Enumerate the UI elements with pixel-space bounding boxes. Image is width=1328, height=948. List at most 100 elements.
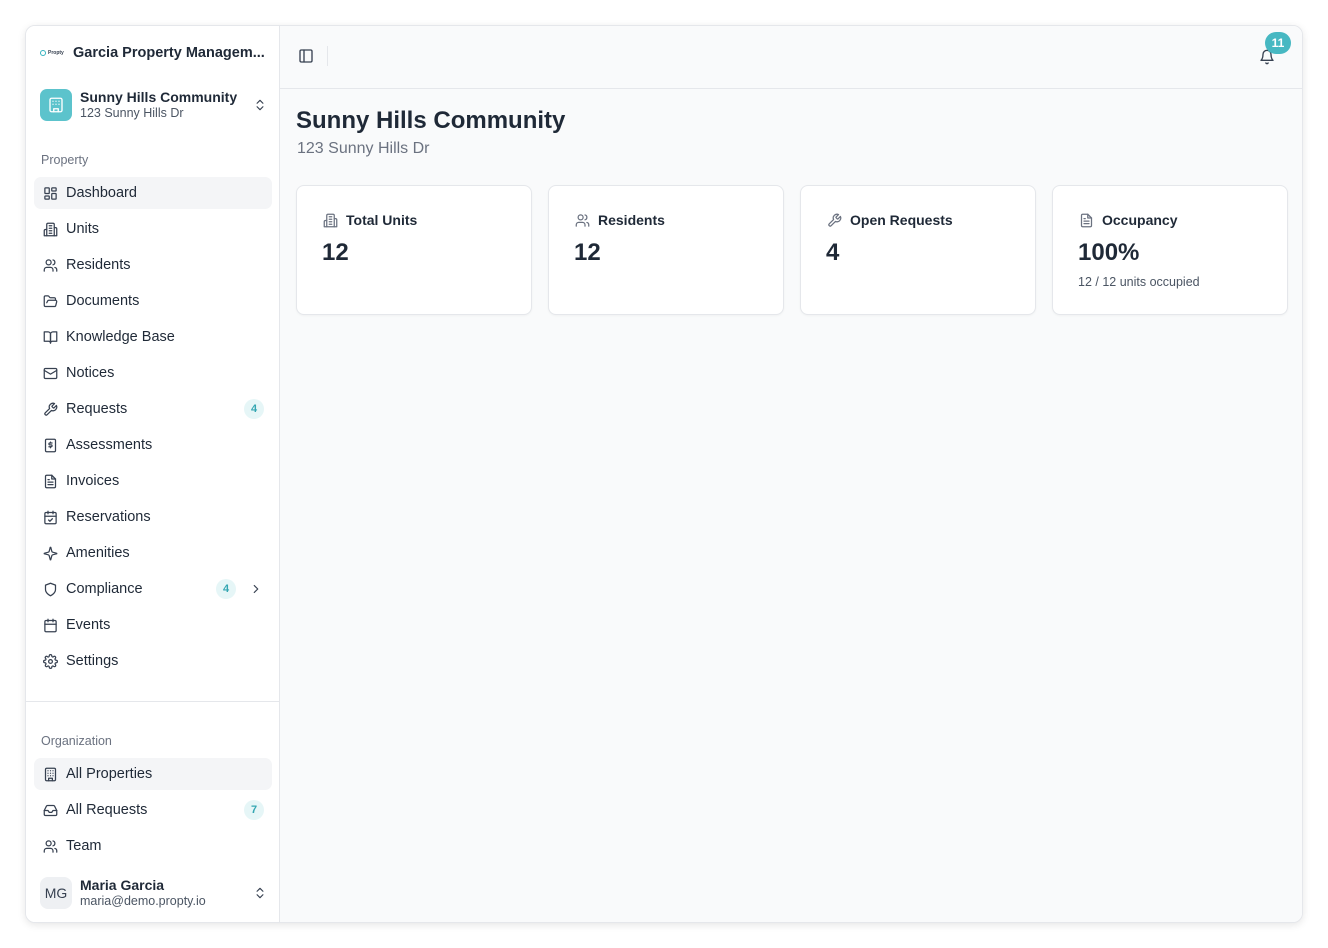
wrench-icon [826,212,842,228]
stat-card-occupancy: Occupancy 100% 12 / 12 units occupied [1052,185,1288,315]
toolbar-separator [327,46,328,66]
sidebar-item-reservations[interactable]: Reservations [34,501,272,533]
property-nav: Dashboard Units Residents Documents Know… [34,177,272,681]
sidebar-item-all-requests[interactable]: All Requests 7 [34,794,272,826]
sidebar-item-compliance[interactable]: Compliance 4 [34,573,272,605]
sidebar-item-label: Dashboard [66,185,137,201]
sidebar-item-invoices[interactable]: Invoices [34,465,272,497]
stat-value: 12 [574,239,601,266]
sidebar-item-requests[interactable]: Requests 4 [34,393,272,425]
sidebar-item-label: Events [66,617,111,633]
folder-icon [42,293,58,309]
property-section-label: Property [41,153,89,167]
brand[interactable]: Propty Garcia Property Managem... [40,42,265,64]
compliance-count-badge: 4 [216,579,236,599]
mail-icon [42,365,58,381]
calendar-icon [42,617,58,633]
stat-label: Open Requests [850,212,953,228]
notification-count-badge: 11 [1265,32,1291,54]
page-subtitle: 123 Sunny Hills Dr [297,140,430,157]
sidebar-item-documents[interactable]: Documents [34,285,272,317]
stat-card-open-requests: Open Requests 4 [800,185,1036,315]
book-icon [42,329,58,345]
sidebar-item-label: Invoices [66,473,120,489]
sidebar-item-assessments[interactable]: Assessments [34,429,272,461]
chevrons-up-down-icon [252,885,268,901]
property-address: 123 Sunny Hills Dr [80,106,184,120]
shield-icon [42,581,58,597]
inbox-icon [42,802,58,818]
sidebar-item-label: All Properties [66,766,153,782]
top-bar: 11 [280,26,1302,89]
dashboard-icon [42,185,58,201]
file-text-icon [1078,212,1094,228]
file-text-icon [42,473,58,489]
building-office-icon [42,766,58,782]
stats-cards: Total Units 12 Residents 12 Open Request… [296,185,1288,315]
app-window: Propty Garcia Property Managem... Sunny … [25,25,1303,923]
sidebar-item-label: Knowledge Base [66,329,175,345]
sidebar-item-all-properties[interactable]: All Properties [34,758,272,790]
stat-card-total-units: Total Units 12 [296,185,532,315]
sidebar-item-label: Notices [66,365,115,381]
property-building-icon [40,89,72,121]
sidebar-item-units[interactable]: Units [34,213,272,245]
sidebar-item-label: Amenities [66,545,130,561]
sidebar-item-label: Documents [66,293,140,309]
sidebar-item-label: Assessments [66,437,153,453]
sidebar-item-amenities[interactable]: Amenities [34,537,272,569]
organization-section-label: Organization [41,734,112,748]
sidebar-item-label: Compliance [66,581,143,597]
sidebar: Propty Garcia Property Managem... Sunny … [26,26,280,922]
user-email: maria@demo.propty.io [80,894,206,908]
sidebar-item-settings[interactable]: Settings [34,645,272,677]
user-menu[interactable]: MG Maria Garcia maria@demo.propty.io [40,876,268,910]
requests-count-badge: 4 [244,399,264,419]
sidebar-item-label: Settings [66,653,119,669]
sidebar-item-label: Team [66,838,102,854]
sidebar-item-label: All Requests [66,802,148,818]
user-name: Maria Garcia [80,877,165,893]
building-icon [42,221,58,237]
sidebar-item-dashboard[interactable]: Dashboard [34,177,272,209]
sidebar-item-label: Residents [66,257,131,273]
stat-note: 12 / 12 units occupied [1078,275,1200,289]
sidebar-item-label: Units [66,221,100,237]
stat-label: Total Units [346,212,418,228]
sidebar-divider [26,701,279,702]
sidebar-item-label: Reservations [66,509,151,525]
sidebar-item-residents[interactable]: Residents [34,249,272,281]
sidebar-item-notices[interactable]: Notices [34,357,272,389]
stat-value: 12 [322,239,349,266]
users-icon [574,212,590,228]
stat-card-residents: Residents 12 [548,185,784,315]
all-requests-count-badge: 7 [244,800,264,820]
sidebar-item-team[interactable]: Team [34,830,272,862]
property-name: Sunny Hills Community [80,89,238,105]
users-icon [42,838,58,854]
sidebar-item-label: Requests [66,401,128,417]
organization-name: Garcia Property Managem... [73,45,265,61]
dollar-receipt-icon [42,437,58,453]
building-icon [322,212,338,228]
stat-label: Occupancy [1102,212,1178,228]
sidebar-toggle-icon[interactable] [297,47,315,65]
sidebar-item-events[interactable]: Events [34,609,272,641]
main-content: 11 Sunny Hills Community 123 Sunny Hills… [280,26,1302,922]
stat-value: 100% [1078,239,1140,266]
stat-value: 4 [826,239,840,266]
sparkles-icon [42,545,58,561]
property-switcher[interactable]: Sunny Hills Community 123 Sunny Hills Dr [40,88,268,122]
page-title: Sunny Hills Community [296,107,566,134]
gear-icon [42,653,58,669]
chevron-right-icon[interactable] [248,581,264,597]
users-icon [42,257,58,273]
avatar: MG [40,877,72,909]
sidebar-item-knowledge-base[interactable]: Knowledge Base [34,321,272,353]
brand-logo: Propty [40,48,64,58]
calendar-check-icon [42,509,58,525]
organization-nav: All Properties All Requests 7 Team [34,758,272,866]
wrench-icon [42,401,58,417]
chevrons-up-down-icon [252,97,268,113]
stat-label: Residents [598,212,665,228]
